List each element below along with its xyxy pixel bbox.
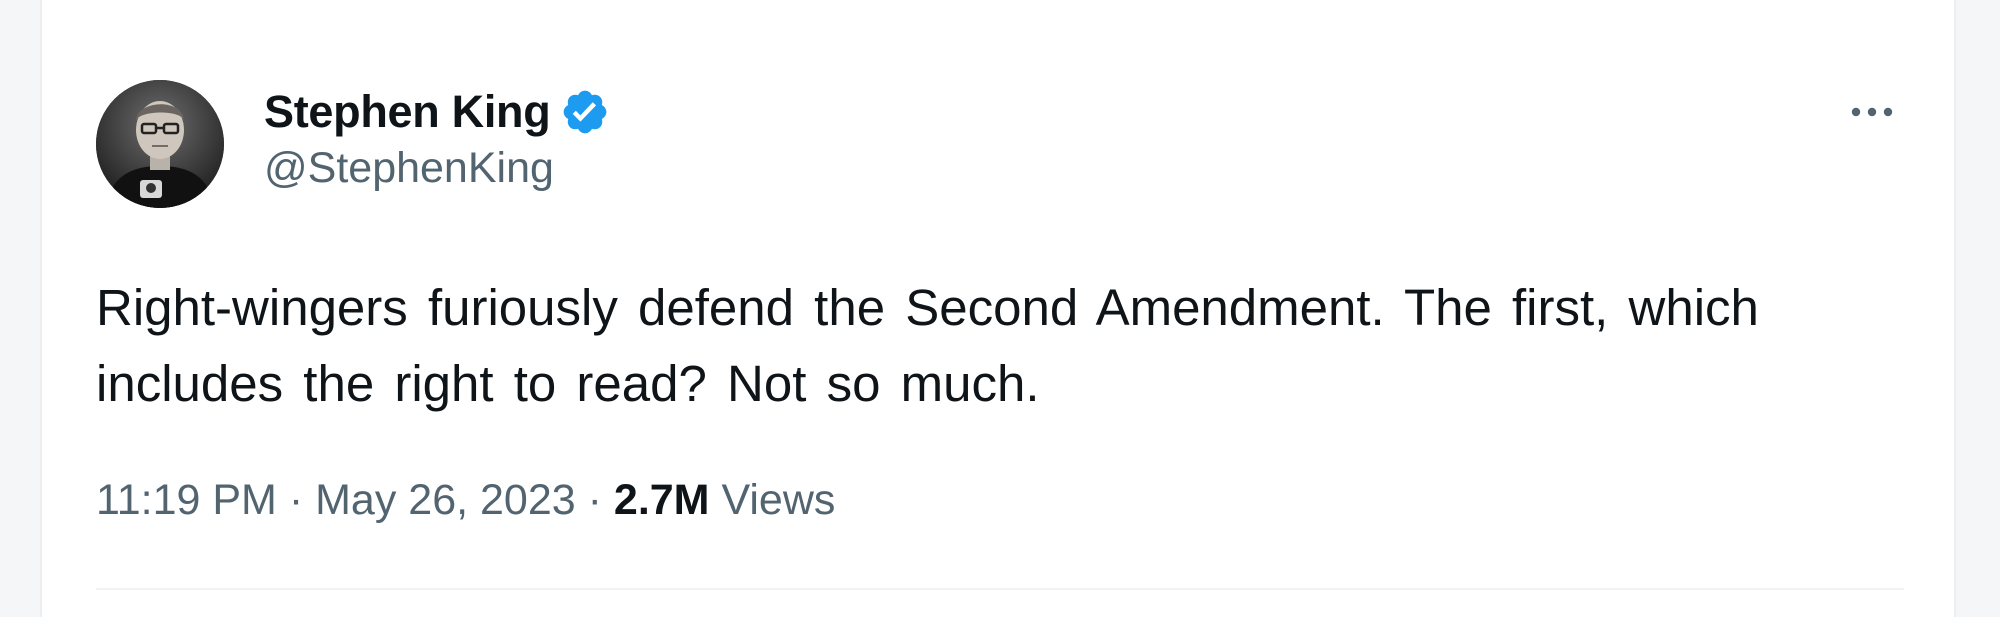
meta-separator: · [288,476,304,524]
meta-separator: · [587,476,602,524]
views-count[interactable]: 2.7M [614,476,710,525]
views-label[interactable]: Views [721,476,835,525]
verified-badge-icon[interactable] [560,87,610,137]
tweet-card: Stephen King @StephenKing Right-wingers … [40,0,1956,617]
tweet-meta: 11:19 PM · May 26, 2023 · 2.7M Views [96,476,835,525]
divider [96,588,1904,590]
avatar-image [96,80,224,208]
tweet-time[interactable]: 11:19 PM [96,476,277,525]
author-display-name[interactable]: Stephen King [264,86,551,138]
author-avatar[interactable] [96,80,224,208]
tweet-text: Right-wingers furiously defend the Secon… [96,279,1759,412]
more-options-button[interactable] [1842,92,1902,132]
author-info: Stephen King @StephenKing [264,84,610,193]
name-row: Stephen King [264,84,610,140]
more-options-icon [1851,107,1893,117]
tweet-date[interactable]: May 26, 2023 [315,476,576,525]
author-handle[interactable]: @StephenKing [264,144,610,193]
